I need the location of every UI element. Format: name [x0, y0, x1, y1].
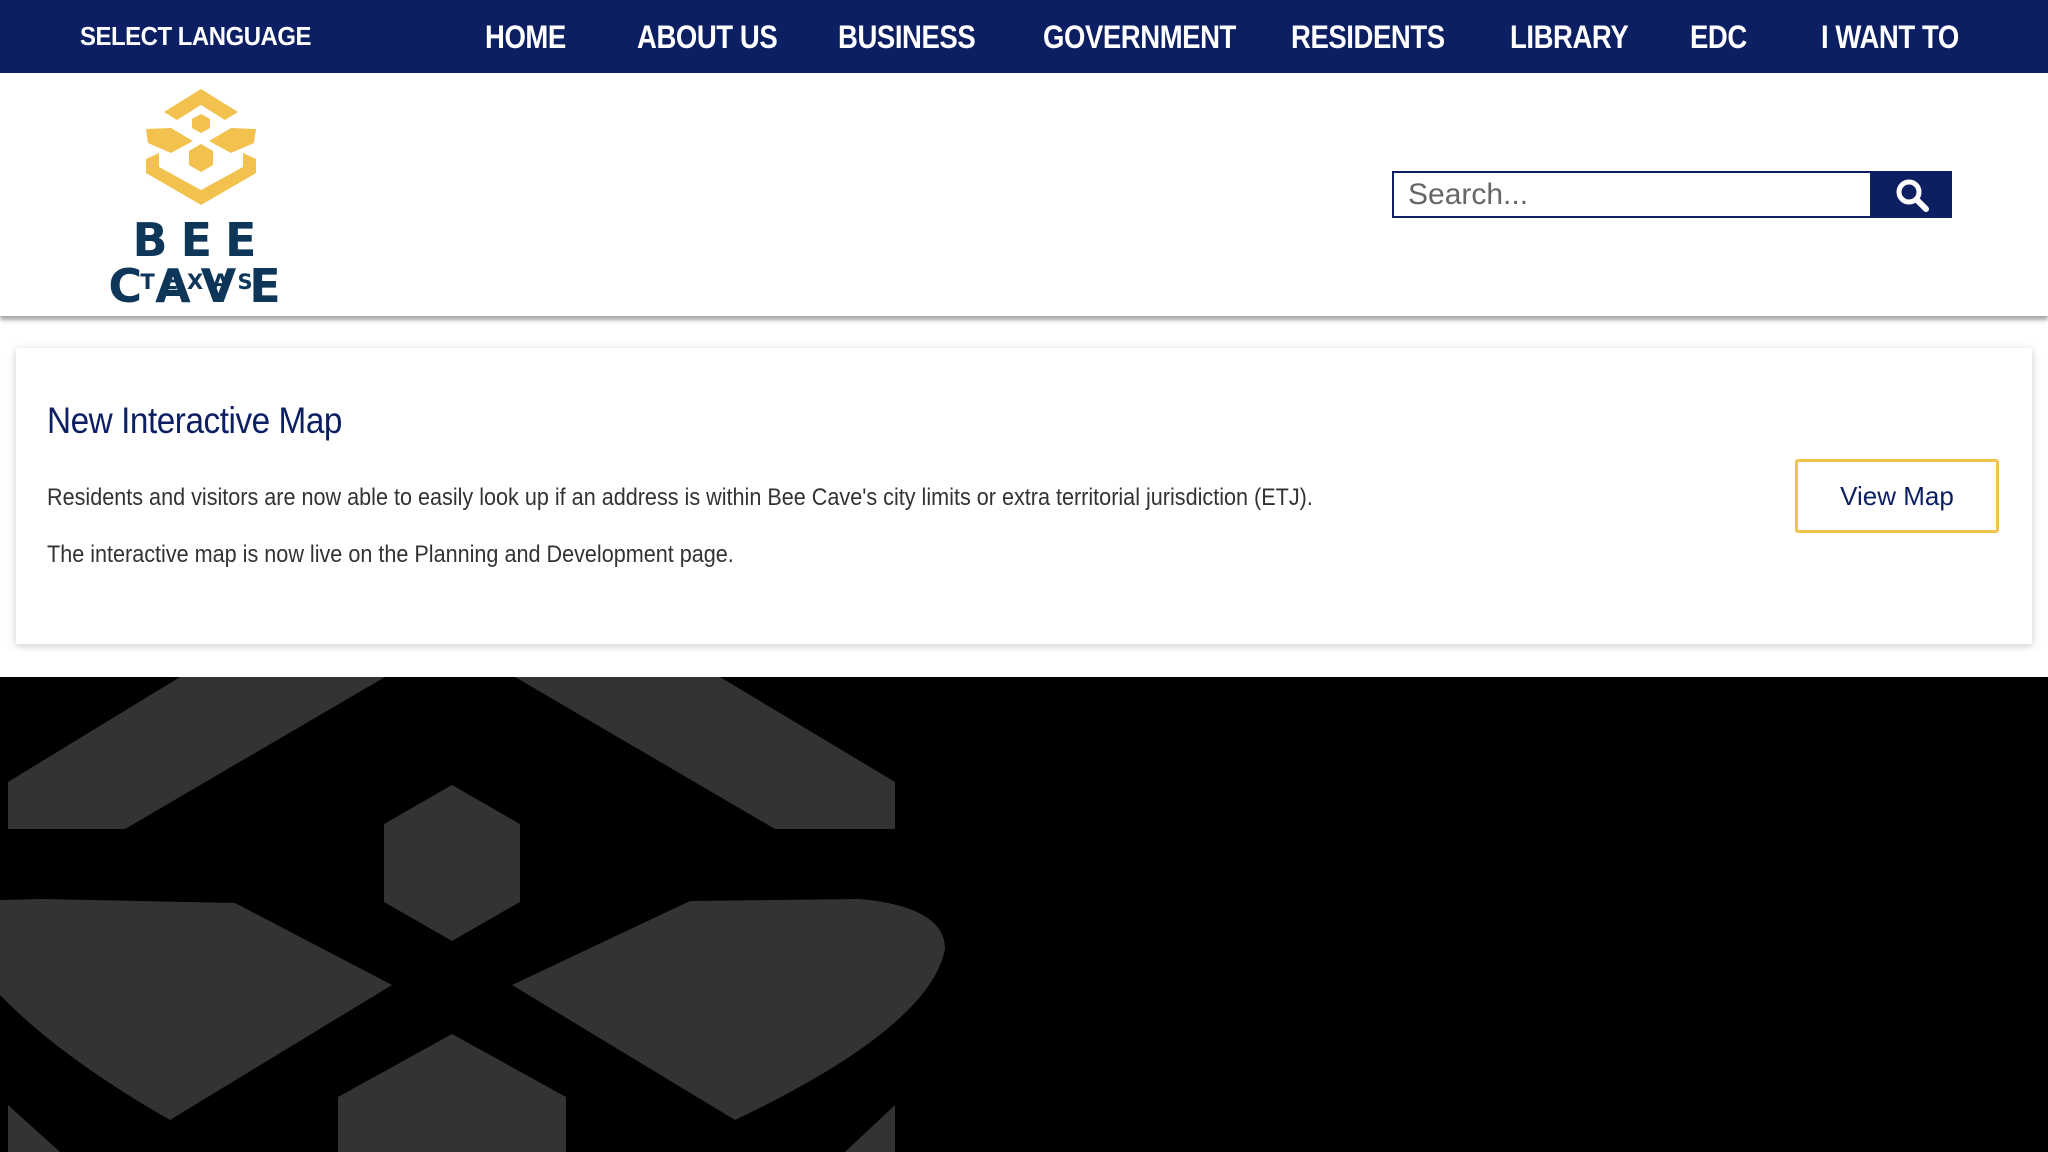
nav-item-government[interactable]: GOVERNMENT: [1043, 0, 1236, 73]
bee-hexagon-logo-icon: [146, 89, 256, 205]
nav-item-edc[interactable]: EDC: [1690, 0, 1747, 73]
top-nav-bar: SELECT LANGUAGE HOME ABOUT US BUSINESS G…: [0, 0, 2048, 73]
site-header: BEE CAVE TEXAS: [0, 73, 2048, 316]
search-icon: [1896, 179, 1929, 212]
notice-title: New Interactive Map: [47, 400, 342, 441]
bee-cave-logo[interactable]: BEE CAVE TEXAS: [56, 87, 346, 309]
logo-wordmark: BEE CAVE: [108, 213, 294, 313]
nav-item-home[interactable]: HOME: [485, 0, 566, 73]
notice-paragraph: The interactive map is now live on the P…: [47, 541, 734, 568]
nav-item-library[interactable]: LIBRARY: [1510, 0, 1629, 73]
notice-paragraph: Residents and visitors are now able to e…: [47, 484, 1313, 511]
search-button[interactable]: [1871, 171, 1952, 218]
nav-item-business[interactable]: BUSINESS: [838, 0, 976, 73]
nav-item-i-want-to[interactable]: I WANT TO: [1821, 0, 1959, 73]
search-input[interactable]: [1392, 171, 1872, 218]
bee-hexagon-watermark-icon: [0, 677, 945, 1152]
nav-item-residents[interactable]: RESIDENTS: [1291, 0, 1445, 73]
nav-item-about-us[interactable]: ABOUT US: [637, 0, 778, 73]
footer-background: [0, 677, 2048, 1152]
view-map-button[interactable]: View Map: [1795, 459, 1999, 533]
notice-card: New Interactive Map Residents and visito…: [16, 348, 2032, 644]
select-language-button[interactable]: SELECT LANGUAGE: [80, 0, 311, 73]
logo-subtext: TEXAS: [140, 270, 262, 294]
